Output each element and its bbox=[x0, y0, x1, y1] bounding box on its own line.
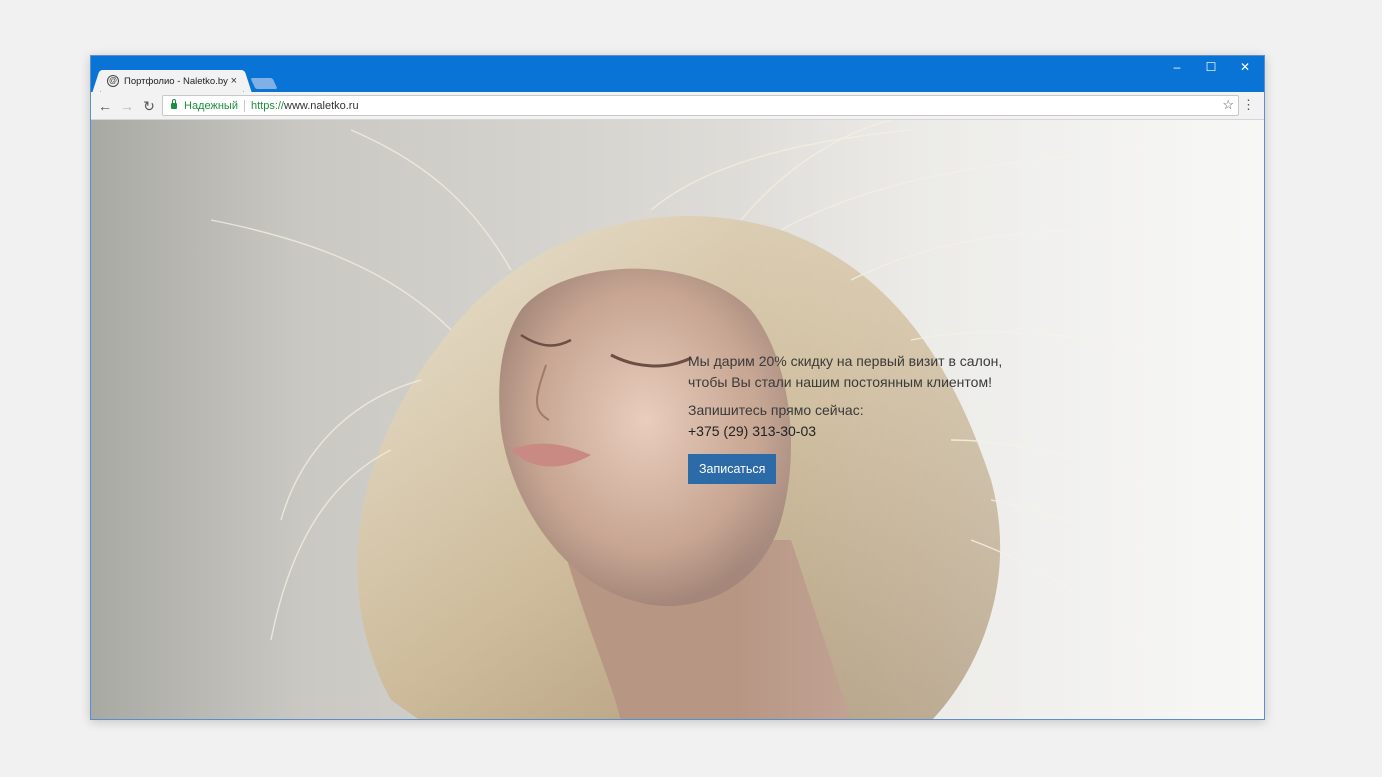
tab-title: Портфолио - Naletko.by bbox=[124, 75, 228, 87]
back-arrow-icon[interactable]: ← bbox=[96, 97, 114, 115]
close-window-button[interactable]: ✕ bbox=[1228, 56, 1262, 80]
browser-menu-icon[interactable]: ⋮ bbox=[1242, 97, 1255, 113]
promo-line-1: Мы дарим 20% скидку на первый визит в са… bbox=[688, 353, 1003, 369]
maximize-button[interactable]: ☐ bbox=[1194, 56, 1228, 80]
secure-label: Надежный bbox=[184, 99, 238, 112]
new-tab-button[interactable] bbox=[250, 78, 278, 89]
promo-block: Мы дарим 20% скидку на первый визит в са… bbox=[688, 351, 1018, 484]
reload-icon[interactable]: ↻ bbox=[140, 97, 158, 115]
address-divider bbox=[243, 99, 245, 112]
browser-tab[interactable]: @ Портфолио - Naletko.by × bbox=[101, 70, 243, 92]
minimize-button[interactable]: – bbox=[1160, 56, 1194, 80]
hero-image bbox=[91, 120, 1264, 719]
title-bar: @ Портфолио - Naletko.by × – ☐ ✕ bbox=[91, 56, 1264, 92]
browser-toolbar: ← → ↻ Надежный https:// www.naletko.ru ☆… bbox=[91, 92, 1264, 120]
cta-label: Запишитесь прямо сейчас: bbox=[688, 402, 864, 418]
url-host: www.naletko.ru bbox=[284, 99, 359, 112]
tab-close-icon[interactable]: × bbox=[231, 75, 237, 87]
lock-icon bbox=[171, 98, 177, 109]
page-viewport: Мы дарим 20% скидку на первый визит в са… bbox=[91, 120, 1264, 719]
book-appointment-button[interactable]: Записаться bbox=[688, 454, 777, 484]
naletko-favicon-icon: @ bbox=[107, 75, 119, 87]
address-bar[interactable]: Надежный https:// www.naletko.ru ☆ bbox=[162, 95, 1239, 116]
forward-arrow-icon[interactable]: → bbox=[118, 97, 136, 115]
promo-line-2: чтобы Вы стали нашим постоянным клиентом… bbox=[688, 374, 992, 390]
url-scheme: https:// bbox=[250, 99, 284, 112]
phone-number[interactable]: +375 (29) 313-30-03 bbox=[688, 421, 1018, 442]
browser-window: @ Портфолио - Naletko.by × – ☐ ✕ ← → ↻ Н… bbox=[90, 55, 1265, 720]
bookmark-star-icon[interactable]: ☆ bbox=[1222, 97, 1234, 113]
